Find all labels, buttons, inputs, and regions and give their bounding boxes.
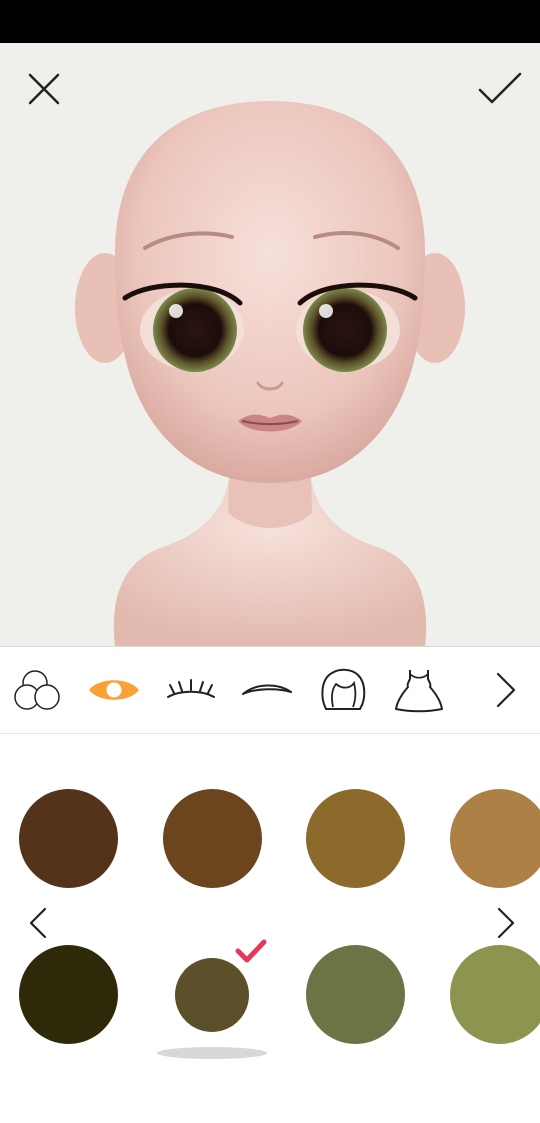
chevron-right-icon xyxy=(497,907,515,939)
category-toolbar xyxy=(0,646,540,734)
avatar-canvas xyxy=(0,43,540,646)
status-bar xyxy=(0,0,540,43)
eye-color-tool[interactable] xyxy=(86,665,142,715)
color-swatch-3[interactable] xyxy=(306,789,405,888)
close-icon xyxy=(28,73,60,105)
avatar-figure xyxy=(75,101,465,646)
color-swatch-7[interactable] xyxy=(306,945,405,1044)
color-swatch-6-selected[interactable] xyxy=(175,958,249,1032)
confirm-button[interactable] xyxy=(476,65,524,113)
selected-check-icon xyxy=(235,939,267,963)
eyebrow-icon xyxy=(242,684,292,695)
skin-tone-tool[interactable] xyxy=(10,665,66,715)
color-swatch-8[interactable] xyxy=(450,945,540,1044)
eyelashes-tool[interactable] xyxy=(163,665,219,715)
close-button[interactable] xyxy=(20,65,68,113)
chevron-left-icon xyxy=(29,907,47,939)
palette-prev-button[interactable] xyxy=(22,903,54,943)
dress-icon xyxy=(395,670,443,713)
eyelashes-icon xyxy=(167,679,215,698)
dress-tool[interactable] xyxy=(391,665,447,715)
checkmark-icon xyxy=(478,72,522,104)
toolbar-next-button[interactable] xyxy=(478,665,534,715)
color-swatch-2[interactable] xyxy=(163,789,262,888)
palette-next-button[interactable] xyxy=(490,903,522,943)
selected-swatch-shadow xyxy=(157,1047,267,1059)
hair-tool[interactable] xyxy=(315,665,371,715)
hair-icon xyxy=(321,668,366,710)
eye-icon xyxy=(89,680,139,700)
chevron-right-icon xyxy=(496,672,516,708)
eye-color-palette xyxy=(0,735,540,1123)
color-swatch-1[interactable] xyxy=(19,789,118,888)
color-swatch-5[interactable] xyxy=(19,945,118,1044)
color-swatch-4[interactable] xyxy=(450,789,540,888)
eyebrows-tool[interactable] xyxy=(239,665,295,715)
color-circles-icon xyxy=(14,670,60,710)
